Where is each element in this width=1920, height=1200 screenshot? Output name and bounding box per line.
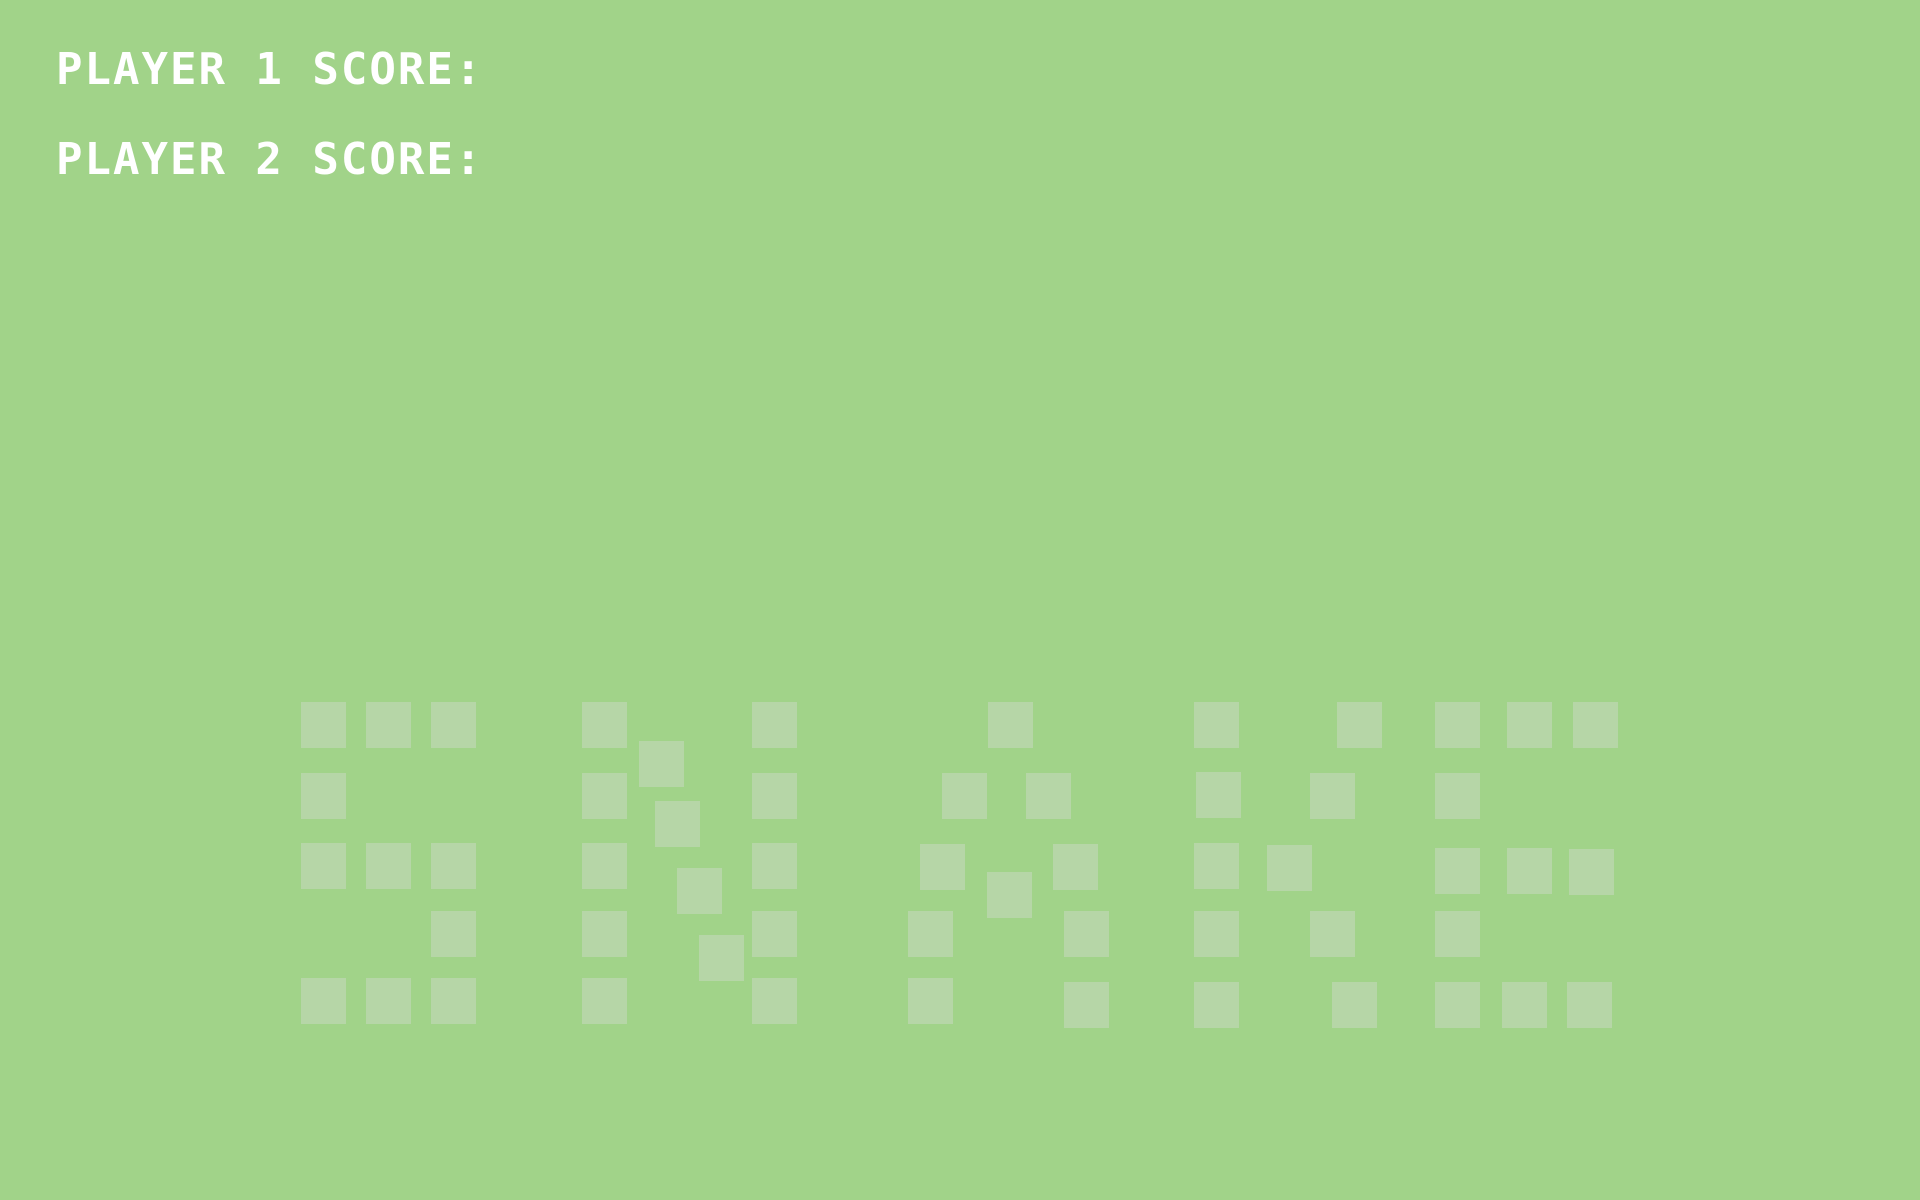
logo-block-k bbox=[1337, 702, 1382, 748]
logo-block-s bbox=[431, 978, 476, 1024]
logo-block-a bbox=[942, 773, 987, 819]
logo-block-n bbox=[752, 911, 797, 957]
logo-block-s bbox=[301, 978, 346, 1024]
logo-block-a bbox=[1064, 982, 1109, 1028]
logo-block-n bbox=[639, 741, 684, 787]
logo-block-s bbox=[366, 702, 411, 748]
logo-block-e bbox=[1435, 911, 1480, 957]
logo-block-k bbox=[1194, 702, 1239, 748]
logo-block-n bbox=[582, 702, 627, 748]
logo-block-a bbox=[1064, 911, 1109, 957]
logo-block-k bbox=[1310, 773, 1355, 819]
logo-block-k bbox=[1196, 772, 1241, 818]
logo-block-n bbox=[582, 843, 627, 889]
logo-block-n bbox=[752, 843, 797, 889]
logo-block-s bbox=[301, 702, 346, 748]
logo-block-a bbox=[1026, 773, 1071, 819]
snake-title-logo bbox=[0, 0, 1920, 1200]
logo-block-k bbox=[1194, 982, 1239, 1028]
logo-block-a bbox=[987, 872, 1032, 918]
logo-block-n bbox=[582, 911, 627, 957]
logo-block-e bbox=[1435, 773, 1480, 819]
game-screen: PLAYER 1 SCORE: PLAYER 2 SCORE: bbox=[0, 0, 1920, 1200]
logo-block-n bbox=[752, 773, 797, 819]
logo-block-s bbox=[431, 843, 476, 889]
logo-block-n bbox=[582, 978, 627, 1024]
logo-block-a bbox=[1053, 844, 1098, 890]
logo-block-e bbox=[1567, 982, 1612, 1028]
logo-block-n bbox=[699, 935, 744, 981]
logo-block-k bbox=[1332, 982, 1377, 1028]
logo-block-e bbox=[1507, 848, 1552, 894]
logo-block-e bbox=[1435, 982, 1480, 1028]
logo-block-a bbox=[988, 702, 1033, 748]
logo-block-n bbox=[752, 978, 797, 1024]
logo-block-e bbox=[1435, 702, 1480, 748]
logo-block-n bbox=[582, 773, 627, 819]
logo-block-k bbox=[1194, 843, 1239, 889]
logo-block-e bbox=[1573, 702, 1618, 748]
logo-block-n bbox=[655, 801, 700, 847]
logo-block-k bbox=[1267, 845, 1312, 891]
logo-block-k bbox=[1194, 911, 1239, 957]
logo-block-n bbox=[677, 868, 722, 914]
logo-block-s bbox=[301, 843, 346, 889]
logo-block-a bbox=[920, 844, 965, 890]
logo-block-a bbox=[908, 911, 953, 957]
logo-block-n bbox=[752, 702, 797, 748]
logo-block-a bbox=[908, 978, 953, 1024]
logo-block-s bbox=[366, 843, 411, 889]
logo-block-s bbox=[366, 978, 411, 1024]
logo-block-s bbox=[431, 702, 476, 748]
logo-block-e bbox=[1502, 982, 1547, 1028]
logo-block-e bbox=[1435, 848, 1480, 894]
logo-block-s bbox=[431, 911, 476, 957]
logo-block-e bbox=[1507, 702, 1552, 748]
logo-block-s bbox=[301, 773, 346, 819]
logo-block-k bbox=[1310, 911, 1355, 957]
logo-block-e bbox=[1569, 849, 1614, 895]
